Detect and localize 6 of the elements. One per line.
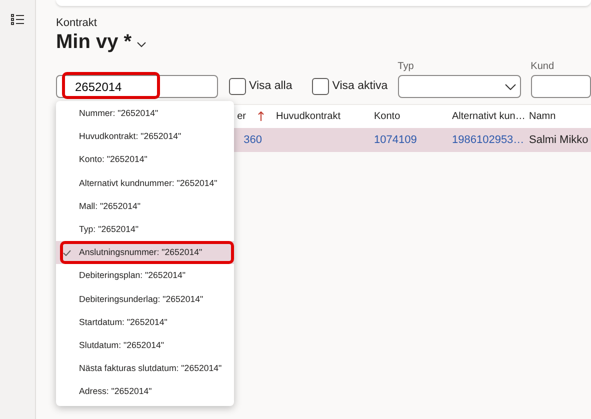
field-label: Kund [530, 60, 556, 74]
checkbox-label: Visa aktiva [332, 78, 388, 94]
breadcrumb: Kontrakt [56, 16, 97, 31]
table-cell: Salmi Mikko [529, 134, 588, 146]
checkbox-label: Visa alla [249, 78, 292, 94]
field-label: Typ [398, 60, 415, 74]
